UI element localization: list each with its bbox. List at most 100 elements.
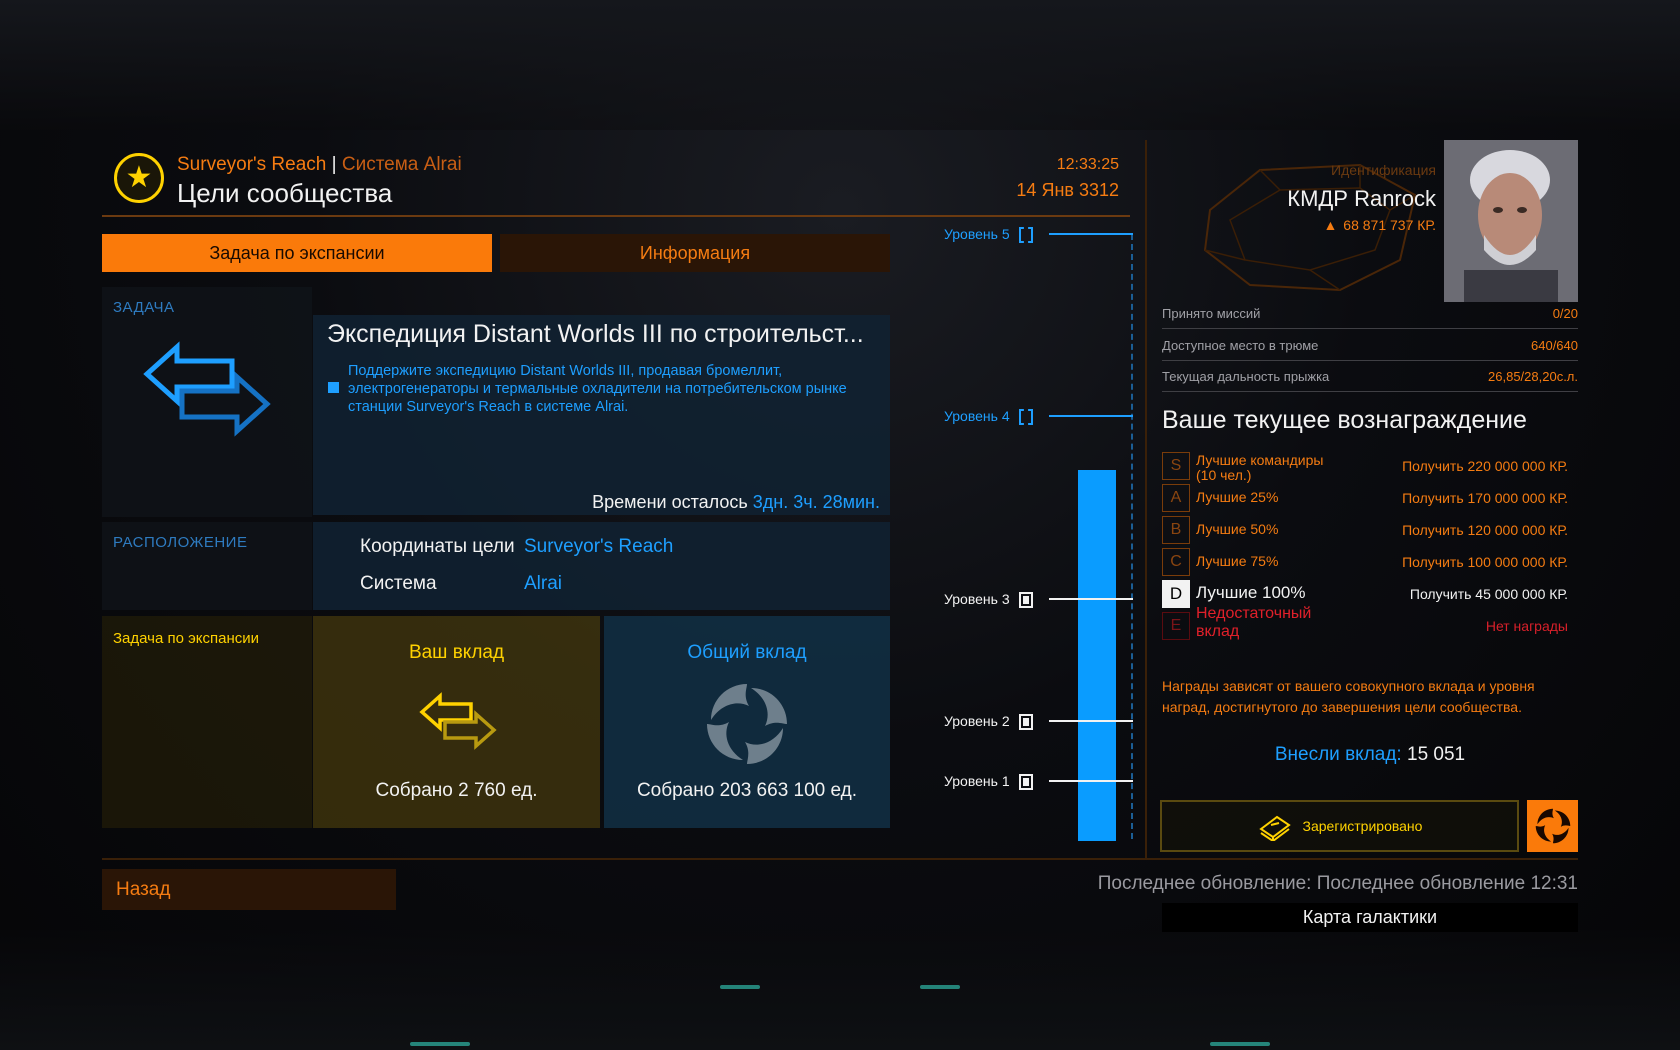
stat-value: 0/20: [1552, 306, 1578, 321]
tier-a-label: Лучшие 25%: [1196, 489, 1279, 505]
tier-e-label: Недостаточный вклад: [1196, 605, 1312, 640]
faction-swirl-icon: [1535, 808, 1570, 844]
stat-label: Доступное место в трюме: [1162, 338, 1319, 353]
level-5-label: Уровень 5: [944, 226, 1010, 242]
tier-b-reward: Получить 120 000 000 КР.: [1402, 522, 1568, 538]
galaxy-map-button[interactable]: Карта галактики: [1162, 903, 1578, 932]
level-4-line: [1049, 415, 1133, 417]
task-section-label: ЗАДАЧА: [113, 299, 175, 316]
target-coordinates-label: Координаты цели: [360, 536, 515, 557]
location-breadcrumb: Surveyor's Reach | Система Alrai: [177, 154, 462, 176]
column-divider: [1145, 140, 1147, 860]
tier-d-reward: Получить 45 000 000 КР.: [1409, 586, 1568, 602]
faction-swirl-icon: [707, 684, 787, 764]
contributed-summary: Внесли вклад: 15 051: [1162, 744, 1578, 766]
stat-value: 640/640: [1531, 338, 1578, 353]
your-contribution-value: Собрано 2 760 ед.: [375, 780, 538, 801]
total-contribution-panel: Общий вклад Собрано 203 663 100 ед.: [604, 616, 890, 828]
level-4-marker-icon: [1019, 409, 1033, 425]
trade-arrows-icon: [143, 341, 271, 437]
credits-value: 68 871 737 КР.: [1343, 217, 1436, 233]
header-divider: [102, 215, 1130, 217]
contribution-left-panel: Задача по экспансии: [102, 616, 312, 828]
cash-stack-icon: [1258, 815, 1291, 841]
stat-cargo-space: Доступное место в трюме 640/640: [1162, 331, 1578, 361]
rank-icon: ▲: [1323, 217, 1338, 233]
stat-missions-accepted: Принято миссий 0/20: [1162, 299, 1578, 329]
task-bullet-icon: [328, 382, 339, 393]
tier-c-badge: C: [1162, 548, 1190, 576]
level-3-complete-icon: [1019, 592, 1033, 608]
commander-portrait: [1444, 140, 1578, 302]
level-4-label: Уровень 4: [944, 408, 1010, 424]
level-1-label: Уровень 1: [944, 773, 1010, 789]
tier-c-label: Лучшие 75%: [1196, 553, 1279, 569]
target-coordinates-link[interactable]: Surveyor's Reach: [524, 536, 673, 558]
trade-arrows-icon: [419, 692, 497, 750]
stat-label: Принято миссий: [1162, 306, 1261, 321]
level-3-label: Уровень 3: [944, 591, 1010, 607]
level-1-line: [1049, 780, 1133, 782]
contribution-section-label: Задача по экспансии: [113, 630, 260, 647]
cockpit-frame-bottom: [0, 930, 1680, 1050]
tab-information[interactable]: Информация: [500, 234, 890, 272]
location-panel: Координаты цели Surveyor's Reach Система…: [313, 522, 890, 610]
stat-jump-range: Текущая дальность прыжка 26,85/28,20с.л.: [1162, 362, 1578, 392]
your-contribution-label: Ваш вклад: [408, 642, 505, 663]
location-left-panel: РАСПОЛОЖЕНИЕ: [102, 522, 312, 610]
time-remaining-label: Времени осталось: [592, 492, 748, 512]
tier-d-badge-current: D: [1162, 580, 1190, 608]
breadcrumb-separator: |: [331, 154, 337, 175]
stat-value: 26,85/28,20с.л.: [1488, 369, 1578, 384]
tier-s-reward: Получить 220 000 000 КР.: [1402, 458, 1568, 474]
page-title: Цели сообщества: [177, 178, 393, 208]
level-1-complete-icon: [1019, 774, 1033, 790]
total-contribution-label: Общий вклад: [687, 642, 807, 663]
tier-e-reward: Нет награды: [1485, 618, 1568, 634]
cockpit-frame-top: [0, 0, 1680, 130]
task-title: Экспедиция Distant Worlds III по строите…: [327, 320, 864, 348]
faction-swirl-button[interactable]: [1527, 800, 1578, 852]
system-link[interactable]: Alrai: [524, 573, 562, 595]
tier-a-badge: A: [1162, 484, 1190, 512]
tier-b-badge: B: [1162, 516, 1190, 544]
system-label: Система: [360, 573, 437, 594]
contributed-label: Внесли вклад:: [1274, 744, 1402, 765]
your-contribution-panel: Ваш вклад Собрано 2 760 ед.: [313, 616, 600, 828]
total-contribution-value: Собрано 203 663 100 ед.: [636, 780, 858, 801]
tier-b-label: Лучшие 50%: [1196, 521, 1279, 537]
registered-button[interactable]: Зарегистрировано: [1160, 800, 1519, 852]
game-date: 14 Янв 3312: [1016, 180, 1119, 200]
tab-expansion-task[interactable]: Задача по экспансии: [102, 234, 492, 272]
tier-e-badge: E: [1162, 612, 1190, 640]
clock-time: 12:33:25: [1056, 156, 1119, 173]
level-track: [1131, 234, 1133, 839]
level-5-line: [1049, 233, 1133, 235]
task-left-panel: ЗАДАЧА: [102, 287, 312, 517]
tier-c-reward: Получить 100 000 000 КР.: [1402, 554, 1568, 570]
time-remaining-value: 3дн. 3ч. 28мин.: [752, 492, 880, 512]
tier-d-label: Лучшие 100%: [1196, 583, 1306, 602]
tier-a-reward: Получить 170 000 000 КР.: [1402, 490, 1568, 506]
back-button[interactable]: Назад: [102, 869, 396, 910]
station-name: Surveyor's Reach: [177, 154, 327, 175]
task-description: Поддержите экспедицию Distant Worlds III…: [348, 363, 847, 415]
level-3-line: [1049, 598, 1133, 600]
community-goal-star-icon: ★: [114, 153, 164, 203]
stat-label: Текущая дальность прыжка: [1162, 369, 1330, 384]
contributed-value: 15 051: [1407, 744, 1466, 765]
commander-credits: ▲ 68 871 737 КР.: [1323, 217, 1436, 233]
time-remaining: Времени осталось 3дн. 3ч. 28мин.: [592, 492, 880, 513]
tier-s-badge: S: [1162, 452, 1190, 480]
identification-label: Идентификация: [1331, 162, 1436, 178]
level-2-line: [1049, 720, 1133, 722]
level-progress-bar: [1078, 470, 1116, 841]
level-5-marker-icon: [1019, 227, 1033, 243]
last-update-status: Последнее обновление: Последнее обновлен…: [1097, 873, 1578, 894]
system-name: Система Alrai: [341, 154, 462, 175]
reward-title: Ваше текущее вознаграждение: [1162, 406, 1527, 434]
location-section-label: РАСПОЛОЖЕНИЕ: [113, 534, 248, 551]
rewards-note: Награды зависят от вашего совокупного вк…: [1162, 678, 1535, 715]
footer-divider: [102, 858, 1578, 860]
commander-name: КМДР Ranrock: [1287, 186, 1436, 211]
